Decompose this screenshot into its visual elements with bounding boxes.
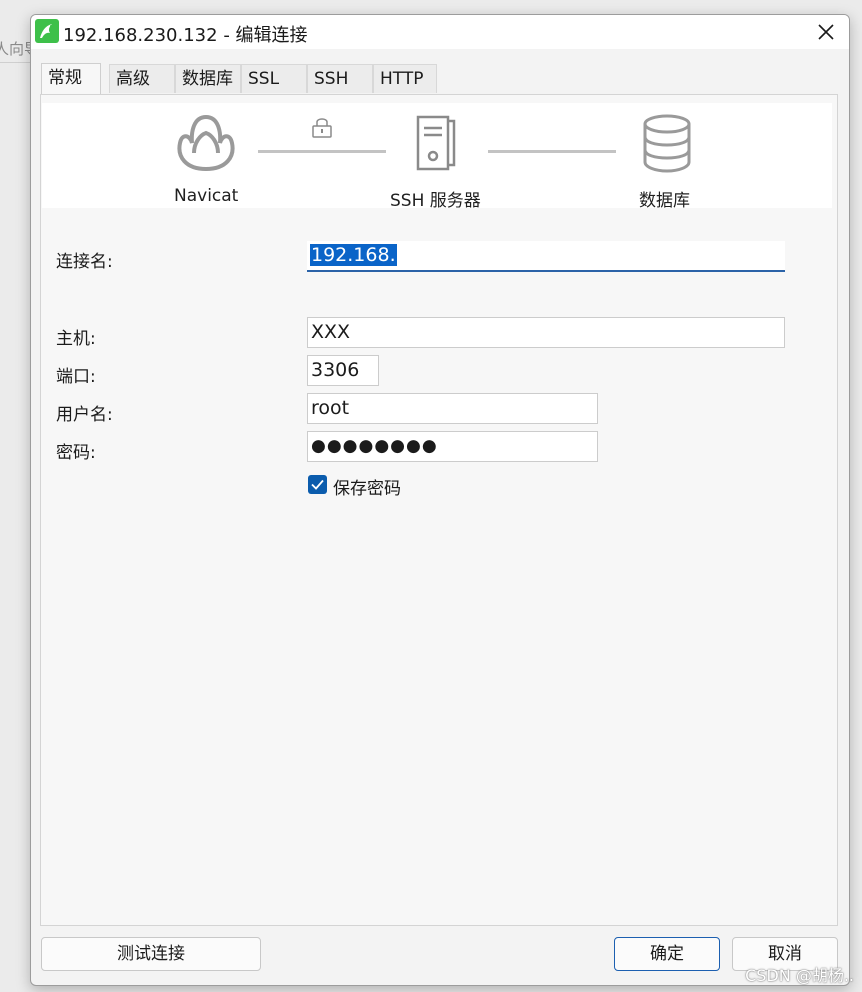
navicat-mysql-icon [35, 19, 59, 43]
port-input[interactable]: 3306 [307, 355, 379, 386]
navicat-logo-icon [177, 114, 235, 172]
checkmark-icon [311, 479, 324, 490]
username-label: 用户名: [56, 405, 113, 425]
password-input[interactable]: ●●●●●●●● [307, 431, 598, 462]
tab-databases[interactable]: 数据库 [175, 64, 241, 93]
diagram-label-ssh-server: SSH 服务器 [390, 191, 481, 211]
close-button[interactable] [803, 15, 849, 49]
window-title: 192.168.230.132 - 编辑连接 [63, 25, 308, 46]
host-label: 主机: [56, 329, 96, 349]
tab-http[interactable]: HTTP [373, 64, 437, 93]
title-bar[interactable]: 192.168.230.132 - 编辑连接 [31, 15, 849, 49]
server-icon [416, 115, 456, 171]
tab-general[interactable]: 常规 [41, 63, 101, 94]
close-icon [818, 24, 834, 40]
diagram-label-database: 数据库 [639, 191, 690, 211]
connection-name-label: 连接名: [56, 252, 113, 272]
connector-line-right [488, 150, 616, 153]
connection-name-value: 192.168. [310, 244, 397, 266]
connector-line-left [258, 150, 386, 153]
host-input[interactable]: XXX [307, 317, 785, 348]
save-password-checkbox[interactable] [308, 475, 327, 494]
lock-icon [312, 118, 332, 138]
connection-name-input[interactable]: 192.168. [307, 241, 785, 272]
save-password-label[interactable]: 保存密码 [333, 474, 401, 499]
background-divider [0, 62, 30, 63]
general-tab-panel: Navicat SSH 服务器 数据库 连接名: 192.168. 主机: XX… [40, 94, 838, 926]
tab-ssl[interactable]: SSL [241, 64, 307, 93]
csdn-watermark: CSDN @胡杨.. [745, 966, 854, 985]
connection-diagram: Navicat SSH 服务器 数据库 [42, 103, 832, 211]
tab-advanced[interactable]: 高级 [109, 64, 175, 93]
tab-ssh[interactable]: SSH [307, 64, 373, 93]
ok-button[interactable]: 确定 [614, 937, 720, 971]
diagram-label-navicat: Navicat [174, 186, 239, 206]
port-label: 端口: [56, 367, 96, 387]
edit-connection-dialog: 192.168.230.132 - 编辑连接 常规 高级 数据库 SSL SSH… [30, 14, 850, 986]
password-label: 密码: [56, 443, 96, 463]
test-connection-button[interactable]: 测试连接 [41, 937, 261, 971]
database-icon [643, 114, 691, 173]
username-input[interactable]: root [307, 393, 598, 424]
